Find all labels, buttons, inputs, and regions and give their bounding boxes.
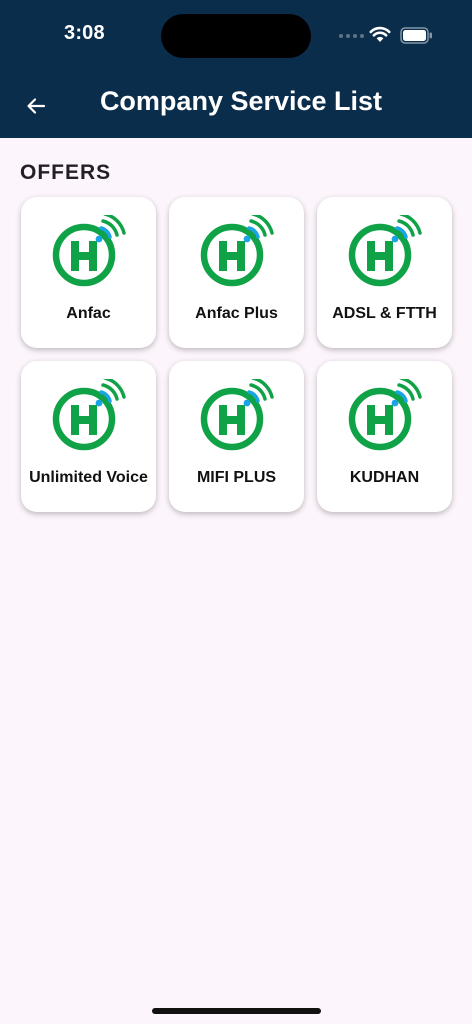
service-card-label: MIFI PLUS (196, 468, 277, 486)
home-indicator (152, 1008, 321, 1014)
service-card[interactable]: ADSL & FTTH (317, 197, 452, 348)
battery-icon (400, 27, 432, 44)
service-card[interactable]: Unlimited Voice (21, 361, 156, 512)
services-grid: Anfac Anfac Plus ADSL & FTTH Unlimited V… (21, 197, 452, 512)
service-card[interactable]: Anfac Plus (169, 197, 304, 348)
page-title: Company Service List (99, 86, 383, 116)
service-card-label: Anfac (66, 304, 111, 322)
h-wifi-logo-icon (52, 215, 126, 287)
h-wifi-logo-icon (200, 379, 274, 451)
service-card-label: ADSL & FTTH (332, 304, 437, 322)
h-wifi-logo-icon (200, 215, 274, 287)
h-wifi-logo-icon (348, 215, 422, 287)
app-header: 3:08 Company Service List (0, 0, 472, 138)
wifi-icon (369, 26, 391, 42)
service-card[interactable]: Anfac (21, 197, 156, 348)
service-card-label: Anfac Plus (195, 304, 278, 322)
service-card-label: KUDHAN (349, 468, 420, 486)
h-wifi-logo-icon (348, 379, 422, 451)
dynamic-island (161, 14, 311, 58)
service-card-label: Unlimited Voice (29, 468, 148, 486)
cellular-signal-icon (339, 34, 364, 38)
service-card[interactable]: MIFI PLUS (169, 361, 304, 512)
service-card[interactable]: KUDHAN (317, 361, 452, 512)
status-time: 3:08 (64, 22, 105, 44)
section-title-offers: OFFERS (20, 161, 112, 184)
h-wifi-logo-icon (52, 379, 126, 451)
